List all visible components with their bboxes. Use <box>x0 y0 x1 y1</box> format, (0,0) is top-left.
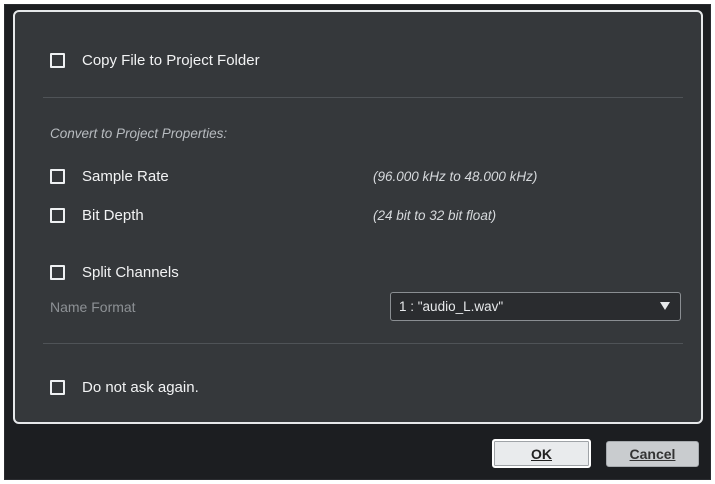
cancel-button-label: Cancel <box>629 446 676 462</box>
convert-section-label: Convert to Project Properties: <box>50 126 228 141</box>
sample-rate-row[interactable]: Sample Rate <box>50 168 169 185</box>
sample-rate-label: Sample Rate <box>82 168 169 185</box>
copy-file-row[interactable]: Copy File to Project Folder <box>50 52 260 69</box>
bit-depth-label: Bit Depth <box>82 207 144 224</box>
cancel-button[interactable]: Cancel <box>606 441 699 467</box>
options-panel: Copy File to Project Folder Convert to P… <box>13 10 703 424</box>
name-format-value: 1 : "audio_L.wav" <box>399 299 504 314</box>
sample-rate-info: (96.000 kHz to 48.000 kHz) <box>373 169 538 184</box>
ok-button-label: OK <box>531 445 552 462</box>
separator-top <box>43 97 683 98</box>
separator-bottom <box>43 343 683 344</box>
copy-file-label: Copy File to Project Folder <box>82 52 260 69</box>
dropdown-arrow-icon[interactable] <box>660 302 670 310</box>
ok-button[interactable]: OK <box>492 439 591 468</box>
bit-depth-row[interactable]: Bit Depth <box>50 207 144 224</box>
do-not-ask-label: Do not ask again. <box>82 379 199 396</box>
name-format-select[interactable]: 1 : "audio_L.wav" <box>390 292 681 321</box>
bit-depth-info: (24 bit to 32 bit float) <box>373 208 497 223</box>
do-not-ask-checkbox[interactable] <box>50 380 65 395</box>
bit-depth-checkbox[interactable] <box>50 208 65 223</box>
import-options-dialog: Copy File to Project Folder Convert to P… <box>4 4 711 480</box>
do-not-ask-row[interactable]: Do not ask again. <box>50 379 199 396</box>
split-channels-label: Split Channels <box>82 264 179 281</box>
name-format-label: Name Format <box>50 299 136 315</box>
sample-rate-checkbox[interactable] <box>50 169 65 184</box>
copy-file-checkbox[interactable] <box>50 53 65 68</box>
split-channels-checkbox[interactable] <box>50 265 65 280</box>
split-channels-row[interactable]: Split Channels <box>50 264 179 281</box>
